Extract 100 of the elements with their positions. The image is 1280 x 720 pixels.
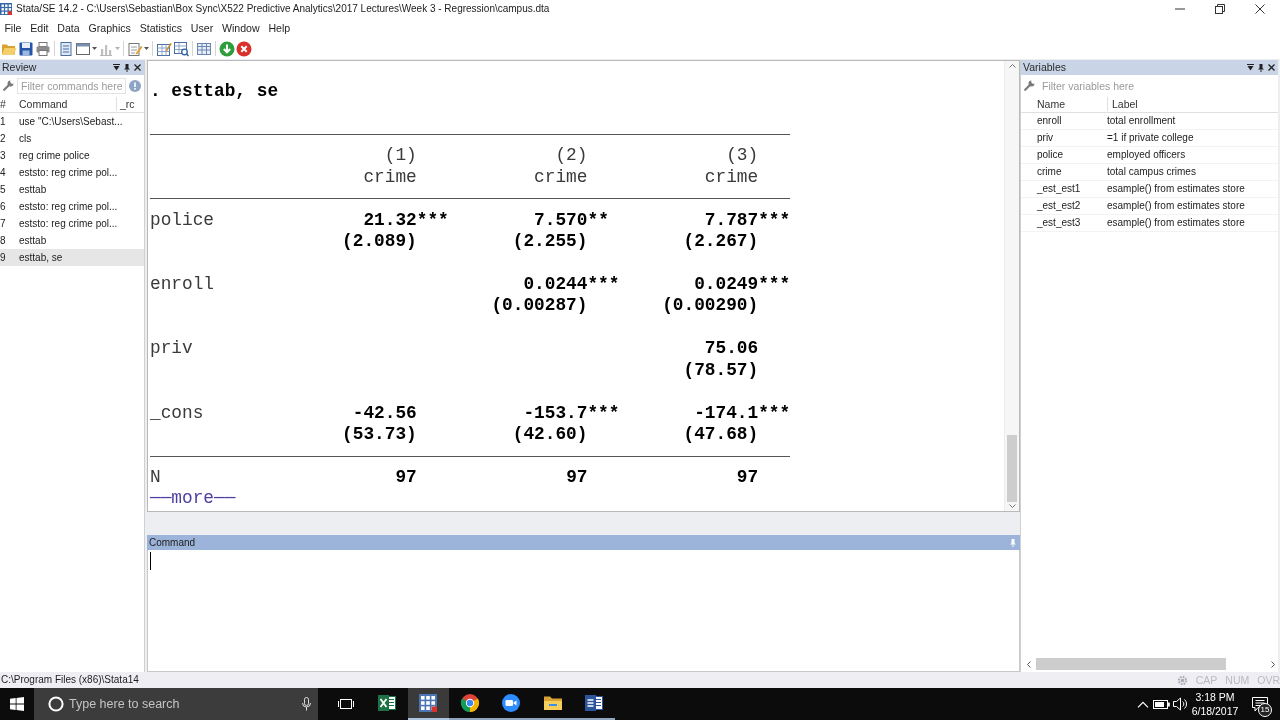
- chevron-left-icon[interactable]: [1027, 660, 1031, 668]
- dependent-variable: crime: [363, 166, 417, 187]
- stat-value: 97: [566, 466, 588, 487]
- variable-label: esample() from estimates store: [1107, 183, 1245, 195]
- standard-error: (42.60): [512, 424, 588, 444]
- standard-error: (53.73): [342, 424, 417, 444]
- stat-label: N: [150, 466, 162, 489]
- battery-icon[interactable]: [1153, 698, 1170, 710]
- standard-error: (47.68): [683, 424, 759, 444]
- toolbar-button[interactable]: [34, 39, 51, 58]
- search-field[interactable]: Type here to search: [34, 688, 318, 720]
- row-label: _cons: [150, 402, 205, 424]
- column-header[interactable]: #: [0, 97, 17, 111]
- command-text: reg crime police: [18, 149, 90, 162]
- speech-bubble-icon: [1252, 696, 1268, 712]
- standard-error: (0.00290): [662, 295, 759, 316]
- command-text: eststo: reg crime pol...: [18, 166, 118, 179]
- taskbar-app-button[interactable]: [407, 688, 449, 720]
- pin-icon[interactable]: [124, 63, 130, 72]
- menu-item[interactable]: Edit: [25, 21, 53, 35]
- table-search-icon: [172, 40, 189, 57]
- row-number: 5: [0, 183, 7, 196]
- history-row[interactable]: 9 esttab, se: [0, 249, 144, 266]
- variable-name: priv: [1036, 132, 1055, 144]
- scrollbar-thumb[interactable]: [1007, 435, 1017, 502]
- column-header[interactable]: Label: [1108, 97, 1138, 111]
- model-number: (2): [555, 145, 588, 166]
- ring-icon: [48, 696, 64, 712]
- chevron-down-icon[interactable]: [1008, 504, 1016, 508]
- menu-item[interactable]: Statistics: [135, 21, 187, 35]
- toolbar-button[interactable]: [218, 39, 235, 58]
- grid-app-icon: [0, 3, 12, 15]
- variable-name: police: [1036, 149, 1065, 161]
- scrollbar-thumb[interactable]: [1036, 658, 1226, 670]
- row-number: 9: [0, 251, 7, 264]
- toolbar-button[interactable]: [172, 39, 189, 58]
- row-label: priv: [150, 338, 194, 360]
- history-row[interactable]: 1 use "C:\Users\Sebast...: [0, 113, 144, 130]
- history-row[interactable]: 7 eststo: reg crime pol...: [0, 215, 144, 232]
- microphone-icon[interactable]: [302, 697, 311, 711]
- filter-field[interactable]: Filter commands here: [17, 77, 126, 94]
- video-camera-icon: [501, 693, 522, 713]
- coefficient: -42.56: [352, 402, 417, 423]
- command-text: esttab, se: [18, 251, 63, 264]
- column-header[interactable]: Command: [17, 97, 116, 111]
- more-prompt[interactable]: ──more──: [150, 488, 236, 509]
- window-title: Stata/SE 14.2 - C:\Users\Sebastian\Box Sync\X522 Predictive Analytics\2017 Lectures\Week 3 - Regression\campus.dta: [16, 3, 550, 15]
- notification-button[interactable]: 15: [1240, 688, 1280, 720]
- close-icon[interactable]: [1268, 64, 1275, 71]
- command-input-field[interactable]: [147, 550, 1020, 672]
- model-number: (1): [384, 145, 417, 166]
- coefficient: 0.0244***: [523, 273, 620, 294]
- coefficient: 7.570**: [534, 209, 609, 230]
- history-row[interactable]: 3 reg crime police: [0, 147, 144, 164]
- stat-value: 97: [736, 466, 759, 487]
- menu-item[interactable]: User: [186, 21, 218, 35]
- dropdown-arrow-icon[interactable]: [1247, 64, 1254, 71]
- panel-title: Variables: [1023, 61, 1066, 74]
- variable-label: esample() from estimates store: [1107, 200, 1245, 212]
- menu-item[interactable]: Graphics: [84, 21, 136, 35]
- variable-label: total campus crimes: [1107, 166, 1196, 178]
- command-text: use "C:\Users\Sebast...: [18, 115, 123, 128]
- toolbar-button[interactable]: [57, 39, 74, 58]
- column-header[interactable]: _rc: [117, 97, 144, 111]
- history-row[interactable]: 6 eststo: reg crime pol...: [0, 198, 144, 215]
- pin-icon[interactable]: [1258, 63, 1264, 72]
- variable-name: _est_est2: [1036, 200, 1082, 212]
- coefficient: 21.32***: [363, 209, 449, 230]
- row-number: 4: [0, 166, 7, 179]
- command-text: eststo: reg crime pol...: [18, 217, 118, 230]
- dropdown-arrow-icon: [143, 47, 149, 50]
- history-row[interactable]: 8 esttab: [0, 232, 144, 249]
- menu-item[interactable]: Window: [217, 21, 265, 35]
- clock-button[interactable]: 3:18 PM 6/18/2017: [1190, 688, 1240, 720]
- pencil-note-icon: [126, 40, 143, 57]
- dependent-variable: crime: [534, 166, 588, 187]
- close-icon[interactable]: [134, 64, 141, 71]
- coefficient: -174.1***: [694, 402, 791, 423]
- speaker-icon[interactable]: [1173, 697, 1188, 711]
- variable-name: _est_est3: [1036, 217, 1082, 229]
- history-row[interactable]: 4 eststo: reg crime pol...: [0, 164, 144, 181]
- standard-error: (2.089): [342, 231, 417, 252]
- vertical-scrollbar[interactable]: [1004, 61, 1019, 511]
- menu-item[interactable]: Data: [52, 21, 85, 35]
- notebook-icon: [57, 40, 74, 57]
- chevron-right-icon[interactable]: [1271, 660, 1275, 668]
- menu-item[interactable]: Help: [264, 21, 295, 35]
- menu-item[interactable]: File: [0, 21, 26, 35]
- column-header[interactable]: Name: [1021, 97, 1107, 111]
- history-row[interactable]: 5 esttab: [0, 181, 144, 198]
- panel-title: Command: [149, 536, 196, 549]
- toolbar-button[interactable]: [235, 39, 252, 58]
- standard-error: (78.57): [683, 359, 759, 380]
- dropdown-arrow-icon[interactable]: [113, 64, 120, 71]
- standard-error: (2.255): [512, 231, 588, 252]
- history-row[interactable]: 2 cls: [0, 130, 144, 147]
- row-number: 3: [0, 149, 7, 162]
- four-panes-icon: [10, 697, 24, 711]
- command-echo: . esttab, se: [150, 81, 279, 101]
- variable-label: =1 if private college: [1107, 132, 1194, 144]
